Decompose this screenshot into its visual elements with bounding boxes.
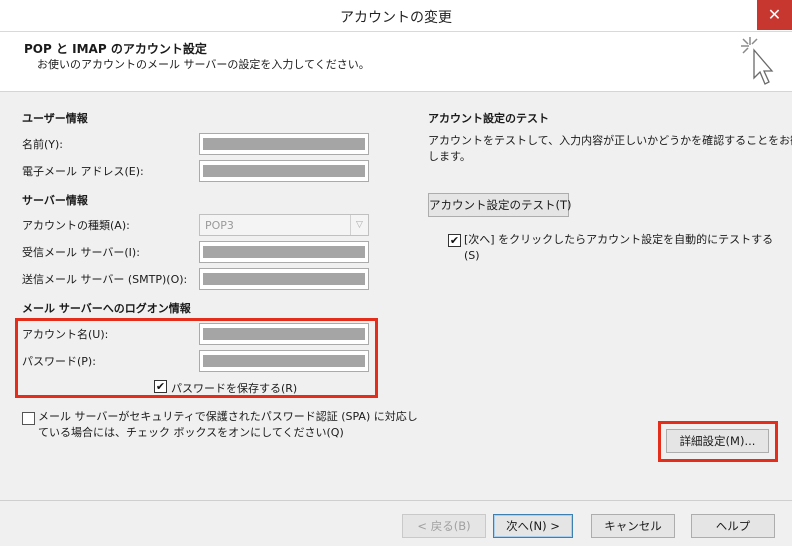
remember-password-checkbox[interactable]: ✔ [154,380,167,393]
account-type-value: POP3 [205,219,234,232]
outgoing-server-label: 送信メール サーバー (SMTP)(O): [22,273,188,286]
footer-separator [0,500,792,501]
password-label: パスワード(P): [22,355,96,368]
account-name-input[interactable] [199,323,369,345]
header-title: POP と IMAP のアカウント設定 [24,42,207,56]
test-account-button[interactable]: アカウント設定のテスト(T) [428,193,572,217]
name-label: 名前(Y): [22,138,64,151]
check-icon: ✔ [155,380,166,393]
server-info-heading: サーバー情報 [22,194,88,207]
check-icon: ✔ [449,234,460,247]
test-heading: アカウント設定のテスト [428,112,549,125]
spa-label-line2: ている場合には、チェック ボックスをオンにしてください(Q) [38,426,344,439]
name-input[interactable] [199,133,369,155]
chevron-down-icon: ▽ [350,215,368,235]
next-button[interactable]: 次へ(N) > [493,514,573,538]
password-input[interactable] [199,350,369,372]
auto-test-label-line1: [次へ] をクリックしたらアカウント設定を自動的にテストする [464,233,774,246]
window-title: アカウントの変更 [340,10,452,26]
test-description-line2: します。 [428,150,471,163]
outgoing-server-input[interactable] [199,268,369,290]
title-bar: アカウントの変更 ✕ [0,0,792,32]
remember-password-label: パスワードを保存する(R) [171,382,298,395]
incoming-server-label: 受信メール サーバー(I): [22,246,140,259]
user-info-heading: ユーザー情報 [22,112,88,125]
more-settings-button[interactable]: 詳細設定(M)... [666,429,769,453]
account-type-label: アカウントの種類(A): [22,219,130,232]
account-name-label: アカウント名(U): [22,328,109,341]
spa-checkbox[interactable] [22,412,35,425]
test-description-line1: アカウントをテストして、入力内容が正しいかどうかを確認することをお勧め [428,134,792,147]
auto-test-label: [次へ] をクリックしたらアカウント設定を自動的にテストする (S) [464,232,773,264]
close-button[interactable]: ✕ [757,0,792,30]
email-label: 電子メール アドレス(E): [22,165,144,178]
header-subtitle: お使いのアカウントのメール サーバーの設定を入力してください。 [37,58,370,71]
incoming-server-input[interactable] [199,241,369,263]
cursor-sparkle-icon [741,37,774,85]
test-description: アカウントをテストして、入力内容が正しいかどうかを確認することをお勧め します。 [428,133,792,165]
email-input[interactable] [199,160,369,182]
dialog-header: POP と IMAP のアカウント設定 お使いのアカウントのメール サーバーの設… [0,32,792,92]
spa-label: メール サーバーがセキュリティで保護されたパスワード認証 (SPA) に対応し … [38,409,418,441]
help-button[interactable]: ヘルプ [691,514,775,538]
spa-label-line1: メール サーバーがセキュリティで保護されたパスワード認証 (SPA) に対応し [38,410,418,423]
account-type-select: POP3 ▽ [199,214,369,236]
back-button[interactable]: < 戻る(B) [402,514,486,538]
auto-test-label-line2: (S) [464,249,480,262]
logon-info-heading: メール サーバーへのログオン情報 [22,302,191,315]
cancel-button[interactable]: キャンセル [591,514,675,538]
auto-test-checkbox[interactable]: ✔ [448,234,461,247]
